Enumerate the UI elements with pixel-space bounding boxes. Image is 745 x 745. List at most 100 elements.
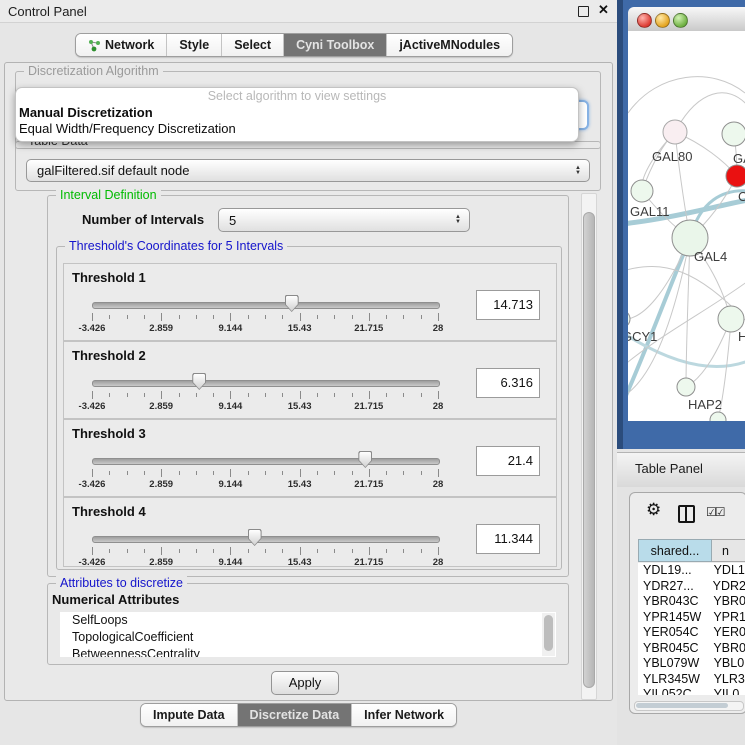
threshold-2-value-field[interactable]: 6.316 [476,368,540,398]
tab-style[interactable]: Style [167,34,222,56]
cell[interactable]: YIL052C [638,687,714,695]
cell[interactable]: YDL19... [638,563,714,579]
settings-vertical-scrollbar[interactable] [581,193,597,700]
gear-icon[interactable]: ⚙ [646,500,661,520]
table-header-row: shared... n [638,539,745,562]
cell[interactable]: YLR3 [714,672,745,688]
network-node-hap2[interactable] [677,378,695,396]
cell[interactable]: YPR1 [713,610,745,626]
network-edge[interactable] [628,77,745,113]
slider-track[interactable] [92,302,440,309]
cell[interactable]: YBL079W [638,656,714,672]
threshold-2-label: Threshold 2 [72,348,146,363]
network-node-gal80[interactable] [663,120,687,144]
numerical-attributes-list[interactable]: SelfLoops TopologicalCoefficient Between… [60,612,556,657]
node-label-gal4: GAL4 [694,249,727,264]
slider-thumb[interactable] [192,373,206,390]
table-data-combobox[interactable]: galFiltered.sif default node ▲▼ [26,159,590,182]
apply-button[interactable]: Apply [271,671,339,695]
zoom-traffic-light[interactable] [673,13,688,28]
threshold-2-slider[interactable]: -3.4262.8599.14415.4321.71528 [92,376,438,410]
discretization-algorithm-title: Discretization Algorithm [24,64,163,78]
tab-discretize-data[interactable]: Discretize Data [238,704,353,726]
cell[interactable]: YBR045C [638,641,713,657]
cell[interactable]: YBR043C [638,594,713,610]
table-row[interactable]: YER054CYER0 [638,625,745,641]
number-of-intervals-combobox[interactable]: 5 ▲▼ [218,208,470,232]
table-row[interactable]: YBL079WYBL0 [638,656,745,672]
slider-tick-labels: -3.4262.8599.14415.4321.71528 [92,323,438,334]
columns-icon[interactable] [678,505,695,523]
node-label-gal11: GAL11 [630,204,670,219]
network-node-gcy1[interactable] [628,310,630,328]
tab-network[interactable]: Network [76,34,167,56]
list-item[interactable]: TopologicalCoefficient [60,629,556,646]
select-columns-checkboxes-icon[interactable]: ☑☑ [706,505,724,519]
cell[interactable]: YBR0 [713,594,745,610]
table-horizontal-scrollbar-thumb[interactable] [636,703,728,708]
slider-thumb[interactable] [358,451,372,468]
slider-track[interactable] [92,458,440,465]
attributes-list-scrollbar[interactable] [542,613,555,656]
cell[interactable]: YLR345W [638,672,714,688]
cell[interactable]: YPR145W [638,610,713,626]
threshold-1-slider[interactable]: -3.4262.8599.14415.4321.71528 [92,298,438,332]
tab-style-label: Style [179,38,209,52]
threshold-3-value-field[interactable]: 21.4 [476,446,540,476]
tab-impute-data[interactable]: Impute Data [141,704,238,726]
slider-track[interactable] [92,380,440,387]
tab-infer-network[interactable]: Infer Network [352,704,456,726]
threshold-4-value-field[interactable]: 11.344 [476,524,540,554]
option-manual-discretization[interactable]: Manual Discretization [16,105,578,121]
attributes-group: Attributes to discretize Numerical Attri… [47,583,569,665]
settings-vertical-scrollbar-thumb[interactable] [583,212,595,688]
cell[interactable]: YDR2 [713,579,745,595]
network-node-selected-red[interactable] [726,165,745,187]
close-traffic-light[interactable] [637,13,652,28]
network-node[interactable] [710,412,726,421]
list-item[interactable]: BetweennessCentrality [60,646,556,657]
cell[interactable]: YDR27... [638,579,713,595]
threshold-4-slider[interactable]: -3.4262.8599.14415.4321.71528 [92,532,438,566]
cell[interactable]: YBR0 [713,641,745,657]
column-header-name[interactable]: n [712,539,745,562]
table-horizontal-scrollbar[interactable] [634,701,744,711]
slider-track[interactable] [92,536,440,543]
tab-select[interactable]: Select [222,34,284,56]
close-icon[interactable]: ✕ [598,2,609,18]
network-node-gal11[interactable] [631,180,653,202]
list-item[interactable]: SelfLoops [60,612,556,629]
slider-thumb[interactable] [248,529,262,546]
attributes-list-scrollbar-thumb[interactable] [544,615,553,651]
tab-jactivemnodules[interactable]: jActiveMNodules [387,34,512,56]
node-label-partial: C [738,189,745,204]
table-panel-title: Table Panel [635,461,703,476]
threshold-1-value-field[interactable]: 14.713 [476,290,540,320]
network-window-frame [617,0,623,449]
cell[interactable]: YIL0 [714,687,745,695]
table-row[interactable]: YLR345WYLR3 [638,672,745,688]
cell[interactable]: YBL0 [714,656,745,672]
table-row[interactable]: YPR145WYPR1 [638,610,745,626]
network-window-titlebar[interactable] [628,7,745,32]
network-node[interactable] [722,122,745,146]
cell[interactable]: YDL1 [714,563,745,579]
cell[interactable]: YER054C [638,625,713,641]
table-row[interactable]: YBR043CYBR0 [638,594,745,610]
slider-thumb[interactable] [285,295,299,312]
cell[interactable]: YER0 [713,625,745,641]
network-edge[interactable] [686,238,690,387]
tab-discretize-data-label: Discretize Data [250,708,340,722]
table-row[interactable]: YDL19...YDL1 [638,563,745,579]
threshold-3-slider[interactable]: -3.4262.8599.14415.4321.71528 [92,454,438,488]
minimize-traffic-light[interactable] [655,13,670,28]
table-row[interactable]: YIL052CYIL0 [638,687,745,695]
network-canvas[interactable]: GAL80 GA C GAL11 GAL4 GCY1 H HAP2 [628,31,745,421]
algorithm-prompt-option[interactable]: Select algorithm to view settings [16,88,578,105]
column-header-shared[interactable]: shared... [638,539,712,562]
option-equal-width-frequency[interactable]: Equal Width/Frequency Discretization [16,121,578,137]
float-window-icon[interactable] [578,6,589,17]
table-row[interactable]: YBR045CYBR0 [638,641,745,657]
tab-cyni-toolbox[interactable]: Cyni Toolbox [284,34,387,56]
table-row[interactable]: YDR27...YDR2 [638,579,745,595]
